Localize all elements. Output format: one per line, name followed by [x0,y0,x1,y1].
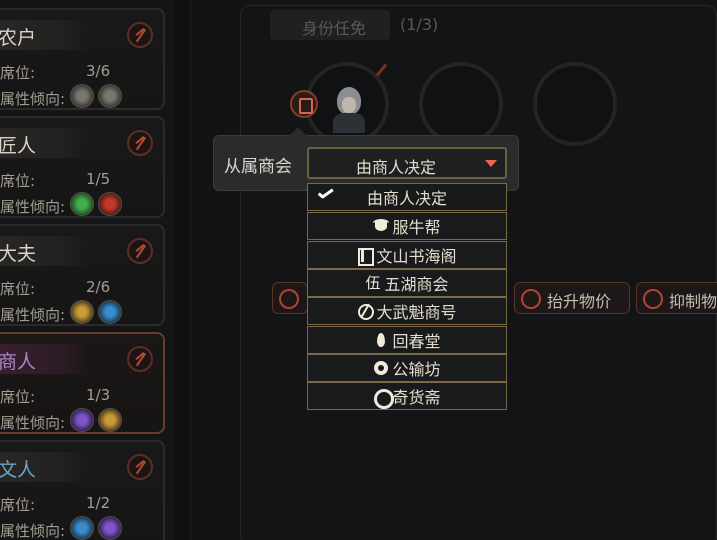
edit-icon[interactable] [127,130,153,156]
guild-option[interactable]: 回春堂 [307,326,507,354]
attribute-icon [70,300,94,324]
role-card-merchant[interactable]: 商人 席位: 1/3 属性倾向: [0,332,165,434]
raise-price-button[interactable]: 抬升物价 [514,282,630,314]
edit-icon[interactable] [127,454,153,480]
attribute-icon [98,192,122,216]
bull-icon [373,218,390,234]
ring-icon [373,388,395,409]
role-title: 商人 [0,351,37,373]
edit-icon[interactable] [127,346,153,372]
role-card-scholar[interactable]: 文人 席位: 1/2 属性倾向: [0,440,165,540]
attribute-label: 属性倾向: [0,306,66,324]
guild-select[interactable]: 由商人决定 [307,147,507,179]
guild-option[interactable]: 文山书海阁 [307,241,507,269]
seat-label: 席位: [0,172,36,190]
action-icon [279,289,299,309]
role-title: 农户 [0,27,37,49]
attribute-label: 属性倾向: [0,522,66,540]
edit-icon[interactable] [127,22,153,48]
attribute-icon [70,408,94,432]
seat-value: 2/6 [86,278,111,296]
attribute-icon [70,84,94,108]
leaf-icon [373,332,389,348]
seat-value: 1/3 [86,386,111,404]
attribute-icon [98,84,122,108]
role-card-doctor[interactable]: 大夫 席位: 2/6 属性倾向: [0,224,165,326]
guild-select-value: 由商人决定 [355,158,436,177]
gear-icon [373,360,389,376]
merchant-guild-icon[interactable] [290,90,318,118]
seat-label: 席位: [0,388,36,406]
attribute-icon [98,408,122,432]
raise-price-icon [521,289,541,309]
suppress-price-button[interactable]: 抑制物价 [636,282,717,314]
seat-value: 1/2 [86,494,111,512]
attribute-icon [70,516,94,540]
seat-label: 席位: [0,496,36,514]
role-list-panel: 农户 席位: 3/6 属性倾向: 匠人 席位: 1/5 属性倾向: 大夫 席位:… [0,0,175,540]
tab-label: 身份任免 [302,19,367,38]
attribute-icon [70,192,94,216]
role-slot-2[interactable] [419,62,503,146]
slot-edit-icon[interactable] [373,63,389,79]
guild-option[interactable]: 伍五湖商会 [307,269,507,297]
avatar [331,85,367,133]
role-card-farmer[interactable]: 农户 席位: 3/6 属性倾向: [0,8,165,110]
tab-count: (1/3) [400,15,439,34]
seat-value: 3/6 [86,62,111,80]
guild-affiliation-label: 从属商会 [224,157,292,177]
book-icon [357,247,375,266]
guild-option[interactable]: 奇货斋 [307,382,507,410]
seat-label: 席位: [0,280,36,298]
attribute-icon [98,300,122,324]
role-slot-3[interactable] [533,62,617,146]
action-button-partial[interactable] [272,282,308,314]
role-title: 大夫 [0,243,37,265]
seat-label: 席位: [0,64,36,82]
seat-value: 1/5 [86,170,111,188]
guild-option[interactable]: 大武魁商号 [307,297,507,325]
guild-option[interactable]: 由商人决定 [307,183,507,211]
suppress-price-icon [643,289,663,309]
caret-down-icon [485,160,497,167]
attribute-label: 属性倾向: [0,90,66,108]
five-icon: 伍 [365,274,381,292]
role-card-craftsman[interactable]: 匠人 席位: 1/5 属性倾向: [0,116,165,218]
guild-option[interactable]: 服牛帮 [307,212,507,240]
swirl-icon [357,303,375,320]
attribute-label: 属性倾向: [0,414,66,432]
role-title: 文人 [0,459,37,481]
edit-icon[interactable] [127,238,153,264]
attribute-icon [98,516,122,540]
role-title: 匠人 [0,135,37,157]
guild-option[interactable]: 公输坊 [307,354,507,382]
attribute-label: 属性倾向: [0,198,66,216]
